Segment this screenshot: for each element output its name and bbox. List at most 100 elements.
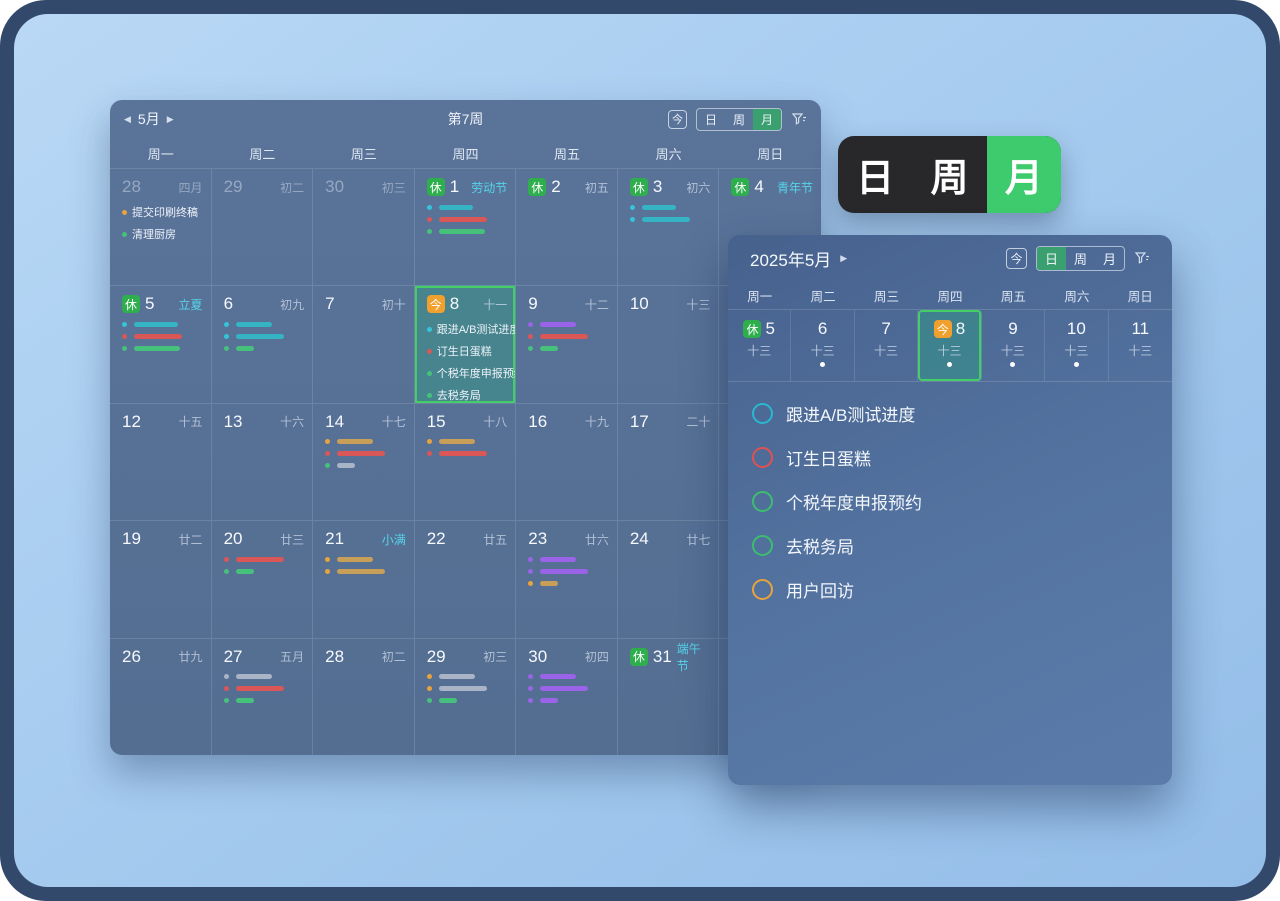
- event-item[interactable]: [325, 436, 406, 448]
- event-item[interactable]: [427, 436, 508, 448]
- event-item[interactable]: [630, 201, 711, 213]
- prev-month-icon[interactable]: ◀: [124, 114, 131, 125]
- event-item[interactable]: [427, 213, 508, 225]
- calendar-day-cell[interactable]: 29初二: [212, 168, 314, 285]
- calendar-day-cell[interactable]: 7初十: [313, 285, 415, 402]
- next-month-icon[interactable]: ▶: [167, 114, 174, 125]
- event-item[interactable]: [224, 553, 305, 565]
- task-checkbox[interactable]: [752, 535, 773, 556]
- calendar-day-cell[interactable]: 今8十三: [918, 310, 981, 381]
- calendar-day-cell[interactable]: 今8十一跟进A/B测试进度订生日蛋糕个税年度申报预约去税务局: [415, 285, 517, 402]
- view-option-月[interactable]: 月: [753, 109, 781, 130]
- event-item[interactable]: [528, 342, 609, 354]
- event-item[interactable]: [427, 683, 508, 695]
- calendar-day-cell[interactable]: 26廿九: [110, 638, 212, 755]
- event-item[interactable]: [528, 683, 609, 695]
- event-item[interactable]: [224, 330, 305, 342]
- task-item[interactable]: 个税年度申报预约: [752, 489, 1148, 514]
- calendar-day-cell[interactable]: 休5立夏: [110, 285, 212, 402]
- event-item[interactable]: [224, 695, 305, 707]
- filter-icon[interactable]: [791, 111, 807, 127]
- calendar-day-cell[interactable]: 12十五: [110, 403, 212, 520]
- view-option-日[interactable]: 日: [1037, 247, 1066, 270]
- event-item[interactable]: [325, 448, 406, 460]
- calendar-day-cell[interactable]: 23廿六: [516, 520, 618, 637]
- view-option-周[interactable]: 周: [725, 109, 753, 130]
- calendar-day-cell[interactable]: 9十三: [982, 310, 1045, 381]
- event-item[interactable]: [528, 330, 609, 342]
- calendar-day-cell[interactable]: 21小满: [313, 520, 415, 637]
- event-item[interactable]: [224, 671, 305, 683]
- task-item[interactable]: 用户回访: [752, 577, 1148, 602]
- calendar-day-cell[interactable]: 28四月提交印刷终稿清理厨房: [110, 168, 212, 285]
- calendar-day-cell[interactable]: 27五月: [212, 638, 314, 755]
- event-item[interactable]: 去税务局: [427, 384, 508, 402]
- filter-icon[interactable]: [1134, 250, 1150, 266]
- task-checkbox[interactable]: [752, 579, 773, 600]
- event-item[interactable]: 个税年度申报预约: [427, 362, 508, 384]
- calendar-day-cell[interactable]: 休3初六: [618, 168, 720, 285]
- task-item[interactable]: 去税务局: [752, 533, 1148, 558]
- event-item[interactable]: [528, 553, 609, 565]
- task-item[interactable]: 跟进A/B测试进度: [752, 401, 1148, 426]
- calendar-day-cell[interactable]: 13十六: [212, 403, 314, 520]
- calendar-day-cell[interactable]: 17二十: [618, 403, 720, 520]
- event-item[interactable]: [122, 330, 203, 342]
- event-item[interactable]: [528, 318, 609, 330]
- calendar-day-cell[interactable]: 休31端午节: [618, 638, 720, 755]
- calendar-day-cell[interactable]: 28初二: [313, 638, 415, 755]
- event-item[interactable]: [325, 460, 406, 472]
- event-item[interactable]: [224, 565, 305, 577]
- event-item[interactable]: [224, 683, 305, 695]
- event-item[interactable]: 清理厨房: [122, 223, 203, 245]
- view-option-日[interactable]: 日: [697, 109, 725, 130]
- calendar-day-cell[interactable]: 30初四: [516, 638, 618, 755]
- calendar-day-cell[interactable]: 6初九: [212, 285, 314, 402]
- calendar-day-cell[interactable]: 7十三: [855, 310, 918, 381]
- event-item[interactable]: [427, 225, 508, 237]
- event-item[interactable]: [528, 695, 609, 707]
- event-item[interactable]: [427, 448, 508, 460]
- calendar-day-cell[interactable]: 16十九: [516, 403, 618, 520]
- event-item[interactable]: [224, 342, 305, 354]
- event-item[interactable]: [427, 671, 508, 683]
- event-item[interactable]: [528, 577, 609, 589]
- event-item[interactable]: [528, 565, 609, 577]
- calendar-day-cell[interactable]: 6十三: [791, 310, 854, 381]
- calendar-day-cell[interactable]: 22廿五: [415, 520, 517, 637]
- calendar-day-cell[interactable]: 15十八: [415, 403, 517, 520]
- calendar-day-cell[interactable]: 休1劳动节: [415, 168, 517, 285]
- view-option-周[interactable]: 周: [912, 136, 986, 213]
- event-item[interactable]: [630, 213, 711, 225]
- calendar-day-cell[interactable]: 休5十三: [728, 310, 791, 381]
- next-month-icon[interactable]: ▶: [840, 253, 847, 264]
- view-option-月[interactable]: 月: [987, 136, 1061, 213]
- event-item[interactable]: [224, 318, 305, 330]
- calendar-day-cell[interactable]: 14十七: [313, 403, 415, 520]
- calendar-day-cell[interactable]: 24廿七: [618, 520, 720, 637]
- calendar-day-cell[interactable]: 10十三: [1045, 310, 1108, 381]
- event-item[interactable]: [122, 342, 203, 354]
- calendar-day-cell[interactable]: 9十二: [516, 285, 618, 402]
- event-item[interactable]: 订生日蛋糕: [427, 340, 508, 362]
- task-checkbox[interactable]: [752, 491, 773, 512]
- event-item[interactable]: [325, 553, 406, 565]
- event-item[interactable]: [325, 565, 406, 577]
- task-checkbox[interactable]: [752, 447, 773, 468]
- task-item[interactable]: 订生日蛋糕: [752, 445, 1148, 470]
- today-button[interactable]: 今: [668, 110, 687, 129]
- event-item[interactable]: [427, 695, 508, 707]
- view-option-日[interactable]: 日: [838, 136, 912, 213]
- calendar-day-cell[interactable]: 休2初五: [516, 168, 618, 285]
- calendar-day-cell[interactable]: 10十三: [618, 285, 720, 402]
- calendar-day-cell[interactable]: 29初三: [415, 638, 517, 755]
- task-checkbox[interactable]: [752, 403, 773, 424]
- event-item[interactable]: 跟进A/B测试进度: [427, 318, 508, 340]
- today-button[interactable]: 今: [1006, 248, 1027, 269]
- calendar-day-cell[interactable]: 11十三: [1109, 310, 1172, 381]
- view-option-周[interactable]: 周: [1066, 247, 1095, 270]
- view-option-月[interactable]: 月: [1095, 247, 1124, 270]
- event-item[interactable]: [528, 671, 609, 683]
- calendar-day-cell[interactable]: 20廿三: [212, 520, 314, 637]
- event-item[interactable]: [427, 201, 508, 213]
